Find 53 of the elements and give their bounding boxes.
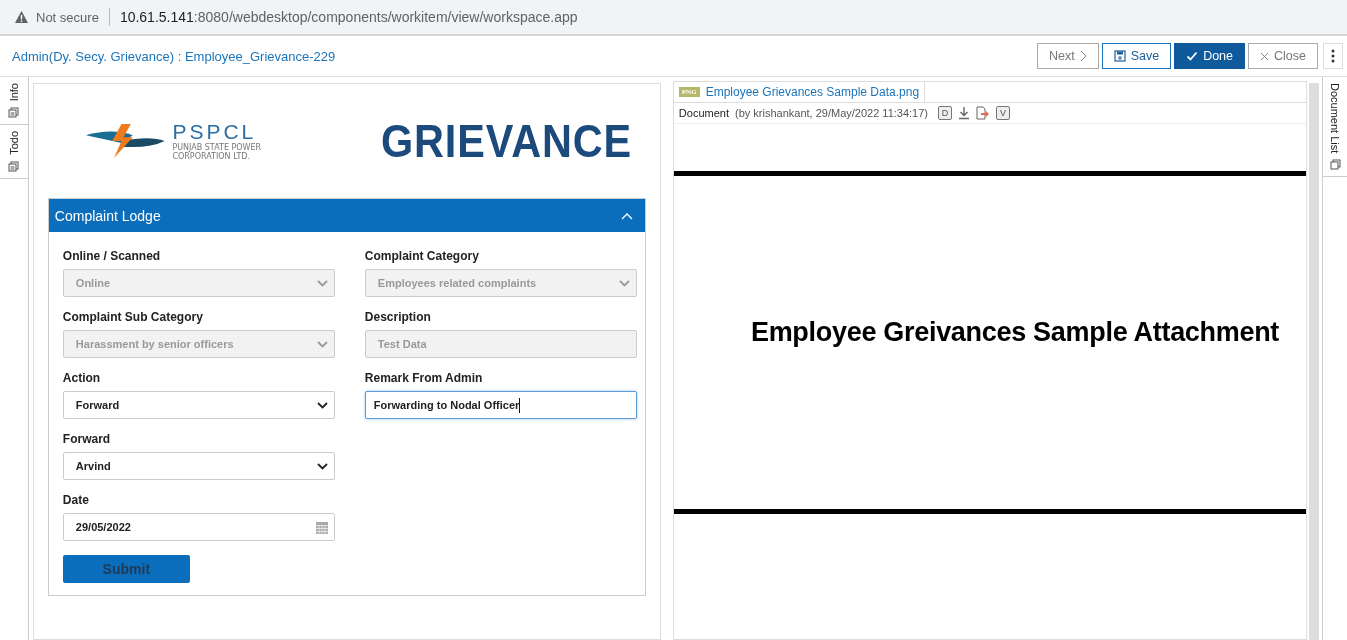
input-field[interactable]: Forwarding to Nodal Officer — [364, 391, 637, 419]
pages-icon — [1329, 159, 1341, 171]
banner-heading: GRIEVANCE — [380, 114, 632, 168]
chevron-down-icon — [316, 462, 328, 470]
floppy-icon — [1113, 50, 1126, 62]
chevron-down-icon — [316, 340, 328, 348]
calendar-icon — [315, 520, 328, 534]
company-tagline: CORPORATION LTD. — [172, 152, 252, 161]
address-bar[interactable]: Not secure 10.61.5.141:8080/webdesktop/components/workitem/view/workspace.app — [0, 0, 1347, 36]
chevron-down-icon — [618, 279, 630, 287]
kebab-menu-icon — [1331, 49, 1335, 63]
field-label: Online / Scanned — [62, 249, 162, 263]
letter-button[interactable]: D — [938, 106, 952, 120]
field-label: Date — [62, 493, 90, 507]
chevron-right-icon — [1079, 50, 1087, 62]
date-field[interactable]: 29/05/2022 — [62, 513, 335, 541]
field-label: Remark From Admin — [364, 371, 484, 385]
side-tab[interactable]: Document List — [1323, 77, 1347, 178]
dropdown[interactable]: Forward — [62, 391, 335, 419]
next-button[interactable]: Next — [1036, 43, 1099, 69]
workitem-title: Admin(Dy. Secy. Grievance) : Employee_Grievance-229 — [12, 48, 336, 64]
close-icon — [1260, 51, 1270, 61]
scrollbar[interactable] — [1309, 83, 1320, 640]
chevron-down-icon — [316, 279, 328, 287]
side-tab[interactable]: Info — [0, 77, 28, 126]
field-label: Description — [364, 310, 432, 324]
field-label: Action — [62, 371, 102, 385]
document-meta: (by krishankant, 29/May/2022 11:34:17) — [735, 107, 928, 119]
pages-icon — [8, 161, 20, 173]
document-heading: Employee Greivances Sample Attachment — [750, 317, 1280, 348]
field-label: Complaint Sub Category — [62, 310, 204, 324]
chevron-down-icon — [316, 401, 328, 409]
side-tab[interactable]: Todo — [0, 125, 28, 180]
check-icon — [1186, 50, 1199, 62]
export-icon[interactable] — [976, 106, 990, 120]
warning-icon — [14, 10, 29, 24]
section-header[interactable]: Complaint Lodge — [48, 199, 645, 232]
close-button[interactable]: Close — [1248, 43, 1318, 69]
security-label: Not secure — [36, 9, 99, 25]
field-label: Forward — [62, 432, 112, 446]
save-button[interactable]: Save — [1101, 43, 1172, 69]
company-tagline: PUNJAB STATE POWER — [172, 143, 263, 152]
document-type: Document — [678, 107, 729, 119]
chevron-up-icon — [620, 211, 633, 220]
letter-button[interactable]: V — [996, 106, 1010, 120]
url-text: 10.61.5.141:8080/webdesktop/components/workitem/view/workspace.app — [119, 9, 578, 25]
field-label: Complaint Category — [364, 249, 480, 263]
download-icon[interactable] — [958, 106, 970, 120]
dropdown[interactable]: Arvind — [62, 452, 335, 480]
done-button[interactable]: Done — [1174, 43, 1246, 69]
company-name: PSPCL — [172, 121, 258, 143]
more-menu-button[interactable] — [1323, 43, 1343, 69]
pages-icon — [8, 107, 20, 119]
